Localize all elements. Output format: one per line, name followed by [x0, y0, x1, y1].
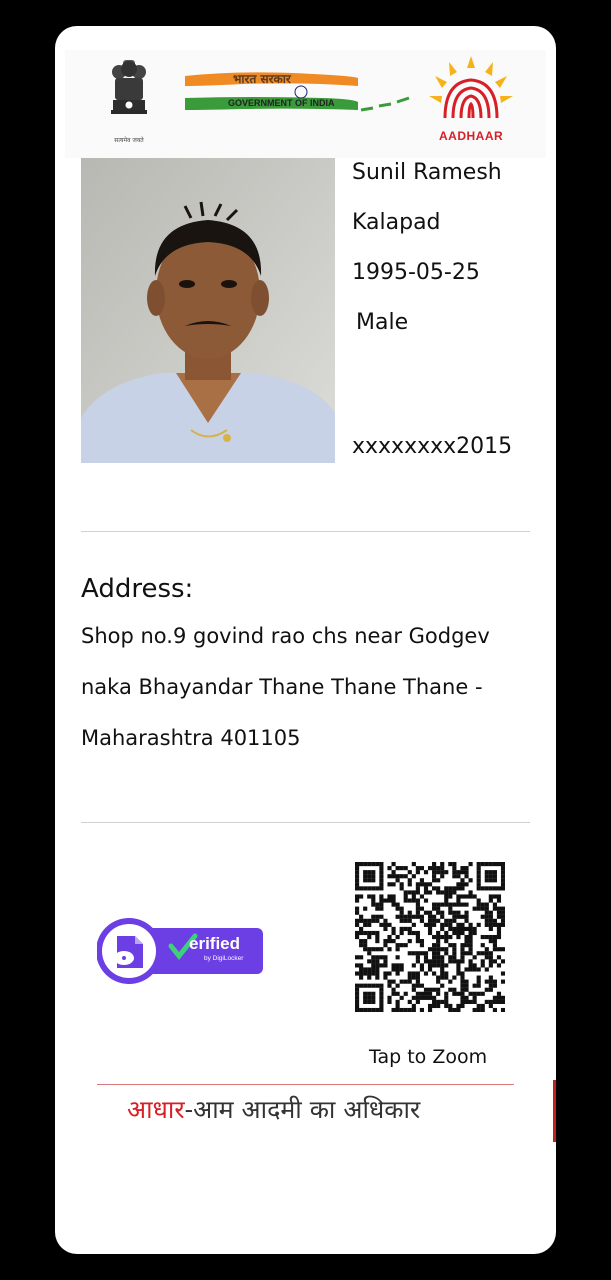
qr-code[interactable] — [355, 862, 506, 1013]
address-line: Maharashtra 401105 — [81, 726, 301, 750]
emblem-caption: सत्यमेव जयते — [114, 137, 144, 144]
aadhaar-logo: AADHAAR — [427, 56, 515, 146]
aadhaar-fingerprint-icon — [429, 56, 513, 119]
national-emblem-icon: सत्यमेव जयते — [103, 54, 155, 150]
digilocker-verified-badge: erified by DigiLocker — [97, 916, 265, 986]
tap-to-zoom-link[interactable]: Tap to Zoom — [369, 1046, 487, 1068]
slogan-rest: -आम आदमी का अधिकार — [184, 1095, 421, 1124]
divider — [81, 822, 530, 823]
name-second-line: Kalapad — [352, 210, 441, 235]
aadhaar-brand-text: AADHAAR — [439, 129, 504, 143]
name-first-line: Sunil Ramesh — [352, 160, 502, 185]
address-label: Address: — [81, 574, 194, 604]
divider — [81, 531, 530, 532]
verified-text: erified — [189, 934, 241, 953]
date-of-birth: 1995-05-25 — [352, 260, 480, 285]
qr-code-icon — [355, 862, 506, 1013]
profile-photo — [81, 158, 335, 463]
footer-divider — [97, 1084, 514, 1085]
address-line: Shop no.9 govind rao chs near Godgev — [81, 624, 490, 648]
aadhaar-card: सत्यमेव जयते भारत सरकार GOVERNMENT OF IN… — [55, 26, 556, 1254]
digilocker-subtext: by DigiLocker — [204, 955, 244, 962]
govt-english-text: GOVERNMENT OF INDIA — [228, 98, 335, 108]
gender: Male — [356, 310, 409, 335]
edge-mark — [553, 1080, 556, 1142]
govt-hindi-text: भारत सरकार — [233, 72, 291, 86]
slogan-highlight: आधार — [127, 1095, 185, 1124]
aadhaar-slogan: आधार-आम आदमी का अधिकार — [127, 1092, 420, 1126]
masked-aadhaar-number: xxxxxxxx2015 — [352, 434, 513, 459]
government-of-india-logo: भारत सरकार GOVERNMENT OF INDIA — [183, 68, 423, 138]
address-line: naka Bhayandar Thane Thane Thane - — [81, 675, 483, 699]
card-header: सत्यमेव जयते भारत सरकार GOVERNMENT OF IN… — [65, 50, 546, 158]
